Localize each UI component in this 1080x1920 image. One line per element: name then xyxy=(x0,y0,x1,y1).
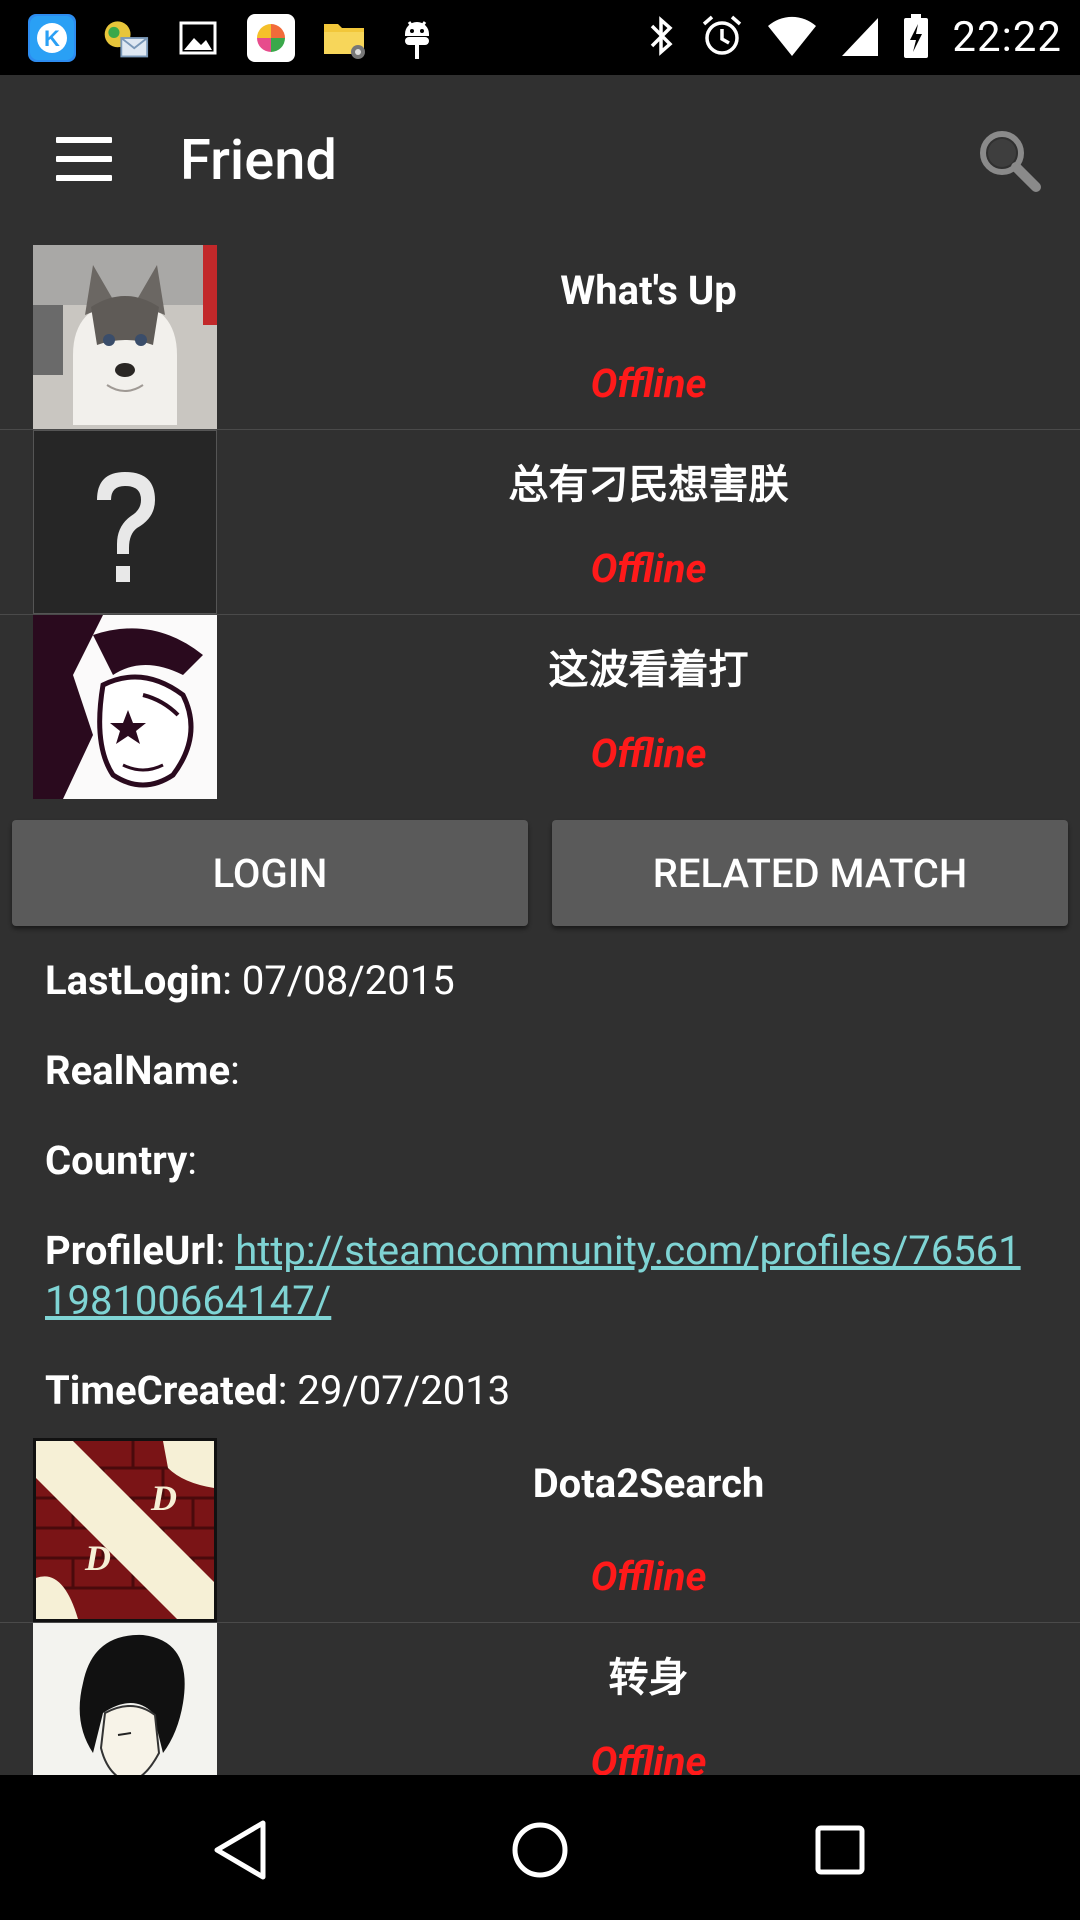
kakao-icon: K xyxy=(28,13,76,62)
friend-status: Offline xyxy=(590,545,707,592)
friend-status: Offline xyxy=(590,730,707,777)
friend-list-item[interactable]: 转身 Offline xyxy=(0,1623,1080,1775)
bluetooth-icon xyxy=(644,14,678,62)
email-icon xyxy=(101,14,149,62)
friend-status: Offline xyxy=(590,1738,707,1775)
friend-name: What's Up xyxy=(560,267,737,314)
back-icon[interactable] xyxy=(205,1815,275,1885)
file-manager-icon xyxy=(320,14,368,62)
friend-list-bottom: D D Dota2Search Offline 转身 Offline xyxy=(0,1438,1080,1775)
country-label: Country xyxy=(45,1137,188,1184)
last-login-value: 07/08/2015 xyxy=(241,957,455,1004)
friend-list-item[interactable]: 这波看着打 Offline xyxy=(0,615,1080,800)
android-debug-icon xyxy=(393,14,441,62)
friend-status: Offline xyxy=(590,1553,707,1600)
friend-status: Offline xyxy=(590,360,707,407)
profile-url-line: ProfileUrl: http://steamcommunity.com/pr… xyxy=(45,1227,1021,1324)
recents-icon[interactable] xyxy=(805,1815,875,1885)
profile-url-label: ProfileUrl xyxy=(45,1227,216,1274)
unknown-avatar xyxy=(33,430,217,614)
manga-avatar xyxy=(33,615,217,799)
dota-avatar: D D xyxy=(33,1438,217,1622)
battery-charging-icon xyxy=(902,12,930,64)
husky-avatar xyxy=(33,245,217,429)
alarm-icon xyxy=(700,14,744,62)
real-name-line: RealName: xyxy=(45,1047,240,1094)
wifi-icon xyxy=(766,14,818,62)
friend-list-item[interactable]: What's Up Offline xyxy=(0,245,1080,430)
friend-content: What's Up Offline 总有刁民想害朕 Offline 这波看着打 … xyxy=(0,245,1080,1775)
gallery-icon xyxy=(174,14,222,62)
friend-name: Dota2Search xyxy=(532,1460,765,1507)
real-name-label: RealName xyxy=(45,1047,231,1094)
system-icons: 22:22 xyxy=(644,0,1062,75)
notification-icons: K xyxy=(28,13,441,62)
country-line: Country: xyxy=(45,1137,197,1184)
action-buttons: LOGIN RELATED MATCH xyxy=(0,800,1080,940)
menu-icon[interactable] xyxy=(56,137,112,181)
profile-info: LastLogin: 07/08/2015 RealName: Country:… xyxy=(0,956,1080,1416)
friend-list-top: What's Up Offline 总有刁民想害朕 Offline 这波看着打 … xyxy=(0,245,1080,800)
svg-text:D: D xyxy=(150,1478,177,1518)
app-bar: Friend xyxy=(0,75,1080,245)
related-match-button[interactable]: RELATED MATCH xyxy=(552,820,1068,926)
login-button[interactable]: LOGIN xyxy=(12,820,528,926)
sketch-avatar xyxy=(33,1623,217,1775)
svg-text:D: D xyxy=(84,1538,111,1578)
clock: 22:22 xyxy=(952,13,1062,62)
svg-text:K: K xyxy=(44,26,60,51)
last-login-line: LastLogin: 07/08/2015 xyxy=(45,957,455,1004)
last-login-label: LastLogin xyxy=(45,957,223,1004)
navigation-bar xyxy=(0,1775,1080,1920)
search-icon[interactable] xyxy=(974,125,1044,195)
friend-name: 转身 xyxy=(608,1654,689,1701)
status-bar: K 22:22 xyxy=(0,0,1080,75)
page-title: Friend xyxy=(180,127,337,193)
time-created-line: TimeCreated: 29/07/2013 xyxy=(45,1367,511,1414)
friend-name: 总有刁民想害朕 xyxy=(508,461,789,508)
friend-list-item[interactable]: 总有刁民想害朕 Offline xyxy=(0,430,1080,615)
friend-name: 这波看着打 xyxy=(548,646,749,693)
time-created-label: TimeCreated xyxy=(45,1367,278,1414)
friend-list-item[interactable]: D D Dota2Search Offline xyxy=(0,1438,1080,1623)
color-app-icon xyxy=(247,13,295,62)
home-icon[interactable] xyxy=(505,1815,575,1885)
time-created-value: 29/07/2013 xyxy=(297,1367,511,1414)
cell-signal-icon xyxy=(840,14,880,62)
